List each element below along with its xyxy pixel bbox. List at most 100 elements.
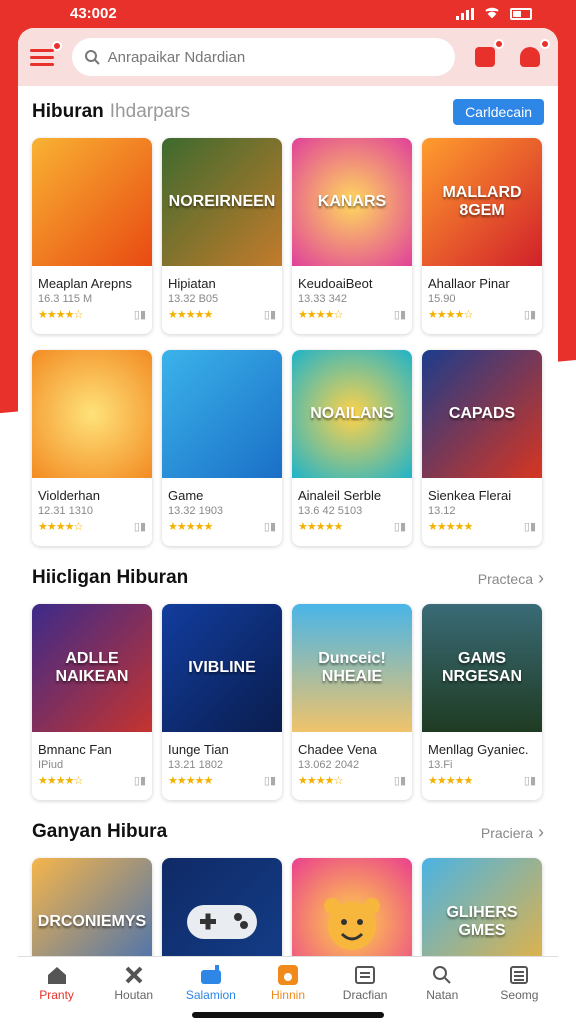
gamepad-icon: [199, 964, 223, 986]
app-card[interactable]: NOAILANS Ainaleil Serble 13.6 42 5103 ★★★★★…: [292, 350, 412, 546]
bell-icon[interactable]: [514, 39, 550, 73]
star-rating: ★★★★★: [298, 521, 343, 533]
gamepad-icon: [187, 905, 257, 939]
app-card[interactable]: ADLLE NAIKEAN Bmnanc Fan IPiud ★★★★☆ ▯▮: [32, 604, 152, 800]
app-thumbnail: KANARS: [292, 138, 412, 266]
bars-icon: ▯▮: [133, 775, 146, 787]
nav-item-houtan[interactable]: Houtan: [95, 957, 172, 1008]
bars-icon: ▯▮: [523, 775, 536, 787]
app-card[interactable]: CAPADS Sienkea Flerai 13.12 ★★★★★ ▯▮: [422, 350, 542, 546]
app-meta: 13.6 42 5103: [298, 505, 363, 517]
app-thumbnail: [32, 350, 152, 478]
app-name: Sienkea Flerai: [428, 488, 512, 503]
app-card[interactable]: Meaplan Arepns 16.3 115 M ★★★★☆ ▯▮: [32, 138, 152, 334]
signal-icon: [456, 7, 474, 20]
nav-item-hinnin[interactable]: Hinnin: [249, 957, 326, 1008]
star-rating: ★★★★☆: [38, 521, 83, 533]
app-meta: 13.32 1903: [168, 505, 224, 517]
app-grid: ADLLE NAIKEAN Bmnanc Fan IPiud ★★★★☆ ▯▮ IVIB…: [32, 604, 544, 800]
app-thumbnail: GAMS NRGESAN: [422, 604, 542, 732]
app-meta: 13.32 B05: [168, 293, 219, 305]
search-placeholder: Anrapaikar Ndardian: [107, 48, 246, 66]
app-name: Iunge Tian: [168, 742, 229, 757]
nav-item-dracfian[interactable]: Dracfian: [327, 957, 404, 1008]
nav-item-natan[interactable]: Natan: [404, 957, 481, 1008]
app-card[interactable]: Violderhan 12.31 1310 ★★★★☆ ▯▮: [32, 350, 152, 546]
app-thumbnail: Dunceic! NHEAIE: [292, 604, 412, 732]
menu-icon[interactable]: [30, 41, 62, 71]
star-rating: ★★★★☆: [298, 775, 343, 787]
app-card[interactable]: NOREIRNEEN Hipiatan 13.32 B05 ★★★★★ ▯▮: [162, 138, 282, 334]
app-meta: 12.31 1310: [38, 505, 94, 517]
app-meta: IPiud: [38, 759, 64, 771]
section-action-button[interactable]: Carldecain: [453, 99, 544, 125]
list-icon: [507, 964, 531, 986]
app-thumbnail: MALLARD 8GEM: [422, 138, 542, 266]
app-card[interactable]: Dunceic! NHEAIE Chadee Vena 13.062 2042 ★★★…: [292, 604, 412, 800]
section-header: Hiicligan Hiburan Practeca: [32, 552, 544, 604]
status-bar: 43:002: [0, 0, 576, 28]
star-rating: ★★★★☆: [428, 309, 473, 321]
nav-item-pranty[interactable]: Pranty: [18, 957, 95, 1008]
app-thumbnail: NOAILANS: [292, 350, 412, 478]
star-rating: ★★★★☆: [298, 309, 343, 321]
see-more-link[interactable]: Praciera: [481, 822, 544, 843]
app-grid: Meaplan Arepns 16.3 115 M ★★★★☆ ▯▮ NOREIRNE…: [32, 138, 544, 546]
section-title: Hiburan Ihdarpars: [32, 101, 191, 122]
star-rating: ★★★★★: [168, 309, 213, 321]
app-meta: 16.3 115 M: [38, 293, 93, 305]
app-thumbnail: [32, 138, 152, 266]
app-thumbnail: IVIBLINE: [162, 604, 282, 732]
chat-icon: [353, 964, 377, 986]
app-thumbnail: NOREIRNEEN: [162, 138, 282, 266]
app-name: Ahallaor Pinar: [428, 276, 510, 291]
app-meta: 13.12: [428, 505, 456, 517]
tools-icon: [122, 964, 146, 986]
app-meta: 15.90: [428, 293, 456, 305]
top-bar: Anrapaikar Ndardian: [18, 28, 558, 86]
app-card[interactable]: KANARS KeudoaiBeot 13.33 342 ★★★★☆ ▯▮: [292, 138, 412, 334]
app-card[interactable]: GAMS NRGESAN Menllag Gyaniec. 13.Fi ★★★★★ ▯▮: [422, 604, 542, 800]
bars-icon: ▯▮: [523, 521, 536, 533]
app-name: Menllag Gyaniec.: [428, 742, 529, 757]
app-name: Meaplan Arepns: [38, 276, 132, 291]
bars-icon: ▯▮: [133, 521, 146, 533]
section-title: Hiicligan Hiburan: [32, 567, 189, 588]
section-header: Hiburan Ihdarpars Carldecain: [32, 86, 544, 138]
home-icon: [45, 964, 69, 986]
bars-icon: ▯▮: [393, 309, 406, 321]
star-rating: ★★★★☆: [38, 775, 83, 787]
battery-icon: [510, 7, 532, 20]
app-thumbnail: CAPADS: [422, 350, 542, 478]
app-meta: 13.33 342: [298, 293, 347, 305]
star-rating: ★★★★☆: [38, 309, 83, 321]
nav-item-salamion[interactable]: Salamion: [172, 957, 249, 1008]
see-more-link[interactable]: Practeca: [478, 568, 544, 589]
search-icon: [430, 964, 454, 986]
section-header: Ganyan Hibura Praciera: [32, 806, 544, 858]
bars-icon: ▯▮: [263, 309, 276, 321]
app-screen: Anrapaikar Ndardian Hiburan Ihdarpars Car…: [18, 28, 558, 1008]
app-thumbnail: [162, 350, 282, 478]
app-name: KeudoaiBeot: [298, 276, 373, 291]
bars-icon: ▯▮: [133, 309, 146, 321]
home-indicator[interactable]: [192, 1012, 384, 1018]
star-rating: ★★★★★: [168, 521, 213, 533]
app-name: Game: [168, 488, 204, 503]
nav-item-seomg[interactable]: Seomg: [481, 957, 558, 1008]
bottom-nav: Pranty Houtan Salamion Hinnin Dracfian N…: [18, 956, 558, 1008]
bear-face-icon: [324, 898, 380, 950]
app-name: Bmnanc Fan: [38, 742, 112, 757]
bars-icon: ▯▮: [263, 521, 276, 533]
search-icon: [84, 50, 100, 65]
app-card[interactable]: MALLARD 8GEM Ahallaor Pinar 15.90 ★★★★☆ ▯▮: [422, 138, 542, 334]
app-card[interactable]: Game 13.32 1903 ★★★★★ ▯▮: [162, 350, 282, 546]
app-name: Ainaleil Serble: [298, 488, 382, 503]
gift-icon[interactable]: [469, 39, 505, 73]
app-card[interactable]: IVIBLINE Iunge Tian 13.21 1802 ★★★★★ ▯▮: [162, 604, 282, 800]
wifi-icon: [484, 5, 500, 22]
search-input[interactable]: Anrapaikar Ndardian: [71, 38, 455, 76]
app-name: Hipiatan: [168, 276, 216, 291]
bars-icon: ▯▮: [393, 775, 406, 787]
app-name: Violderhan: [38, 488, 100, 503]
